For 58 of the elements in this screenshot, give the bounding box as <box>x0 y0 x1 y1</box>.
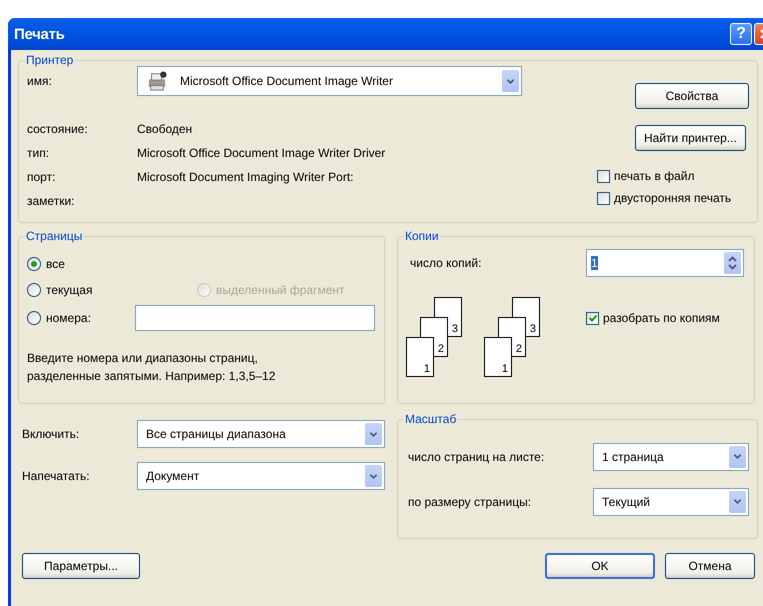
page-number: 1 <box>502 363 508 375</box>
checkbox[interactable] <box>586 312 599 324</box>
checkbox-label: печать в файл <box>614 169 694 183</box>
window-title: Печать <box>14 26 66 42</box>
find-printer-button[interactable]: Найти принтер... <box>635 125 746 151</box>
ok-button[interactable]: OK <box>545 553 655 579</box>
page-number: 1 <box>424 363 430 375</box>
checkbox-label: разобрать по копиям <box>603 311 720 325</box>
page-number: 3 <box>530 323 536 335</box>
field-label: число копий: <box>409 256 482 270</box>
printer-dropdown[interactable]: Microsoft Office Document Image Writer <box>137 66 522 96</box>
field-value: Microsoft Document Imaging Writer Port: <box>137 170 355 184</box>
options-button[interactable]: Параметры... <box>22 553 140 579</box>
checkbox[interactable] <box>597 192 610 204</box>
radio-label: текущая <box>46 283 92 297</box>
field-label: тип: <box>27 146 50 160</box>
checkbox-label: двусторонняя печать <box>614 191 732 205</box>
spinner-value: 1 <box>591 256 598 270</box>
radio-button[interactable] <box>27 257 41 271</box>
page-number: 2 <box>516 343 522 355</box>
field-label: число страниц на листе: <box>408 450 546 464</box>
field-label: Напечатать: <box>22 469 91 483</box>
cancel-button[interactable]: Отмена <box>665 553 755 579</box>
dropdown[interactable]: Документ <box>137 462 385 490</box>
printer-icon <box>146 71 168 91</box>
checkbox[interactable] <box>597 170 610 182</box>
field-label: порт: <box>27 170 56 184</box>
field-label: заметки: <box>27 194 76 208</box>
dropdown-value: Текущий <box>602 494 650 508</box>
dropdown[interactable]: 1 страница <box>593 442 749 470</box>
group-title: Страницы <box>25 229 84 243</box>
field-label: имя: <box>27 74 53 88</box>
radio-button[interactable] <box>27 283 41 297</box>
radio-label: все <box>46 257 65 271</box>
field-label: Включить: <box>22 427 80 441</box>
hint-text: Введите номера или диапазоны страниц, разделенные запятыми. Например: 1,3,5–12 <box>27 350 276 385</box>
group-title: Масштаб <box>404 412 458 426</box>
dropdown[interactable]: Все страницы диапазона <box>137 420 385 448</box>
group-title: Копии <box>404 229 440 243</box>
properties-button[interactable]: Свойства <box>635 83 749 109</box>
page-number: 3 <box>452 323 458 335</box>
radio-button[interactable] <box>27 311 41 325</box>
dropdown-value: Документ <box>146 469 200 483</box>
dropdown[interactable]: Текущий <box>593 488 749 516</box>
field-label: состояние: <box>27 122 89 136</box>
copies-spinner[interactable]: 1 <box>586 249 744 277</box>
radio-label: выделенный фрагмент <box>216 283 345 297</box>
field-label: по размеру страницы: <box>408 494 532 508</box>
radio-label: номера: <box>46 311 91 325</box>
dropdown-value: 1 страница <box>602 450 664 464</box>
page-numbers-field[interactable] <box>135 305 375 331</box>
field-value: Свободен <box>137 122 194 136</box>
dropdown-value: Microsoft Office Document Image Writer <box>180 74 393 88</box>
dropdown-value: Все страницы диапазона <box>146 427 286 441</box>
group-title: Принтер <box>25 53 74 67</box>
page-number: 2 <box>438 343 444 355</box>
field-value: Microsoft Office Document Image Writer Driver <box>137 146 386 160</box>
spin-arrows-icon[interactable] <box>724 252 741 274</box>
